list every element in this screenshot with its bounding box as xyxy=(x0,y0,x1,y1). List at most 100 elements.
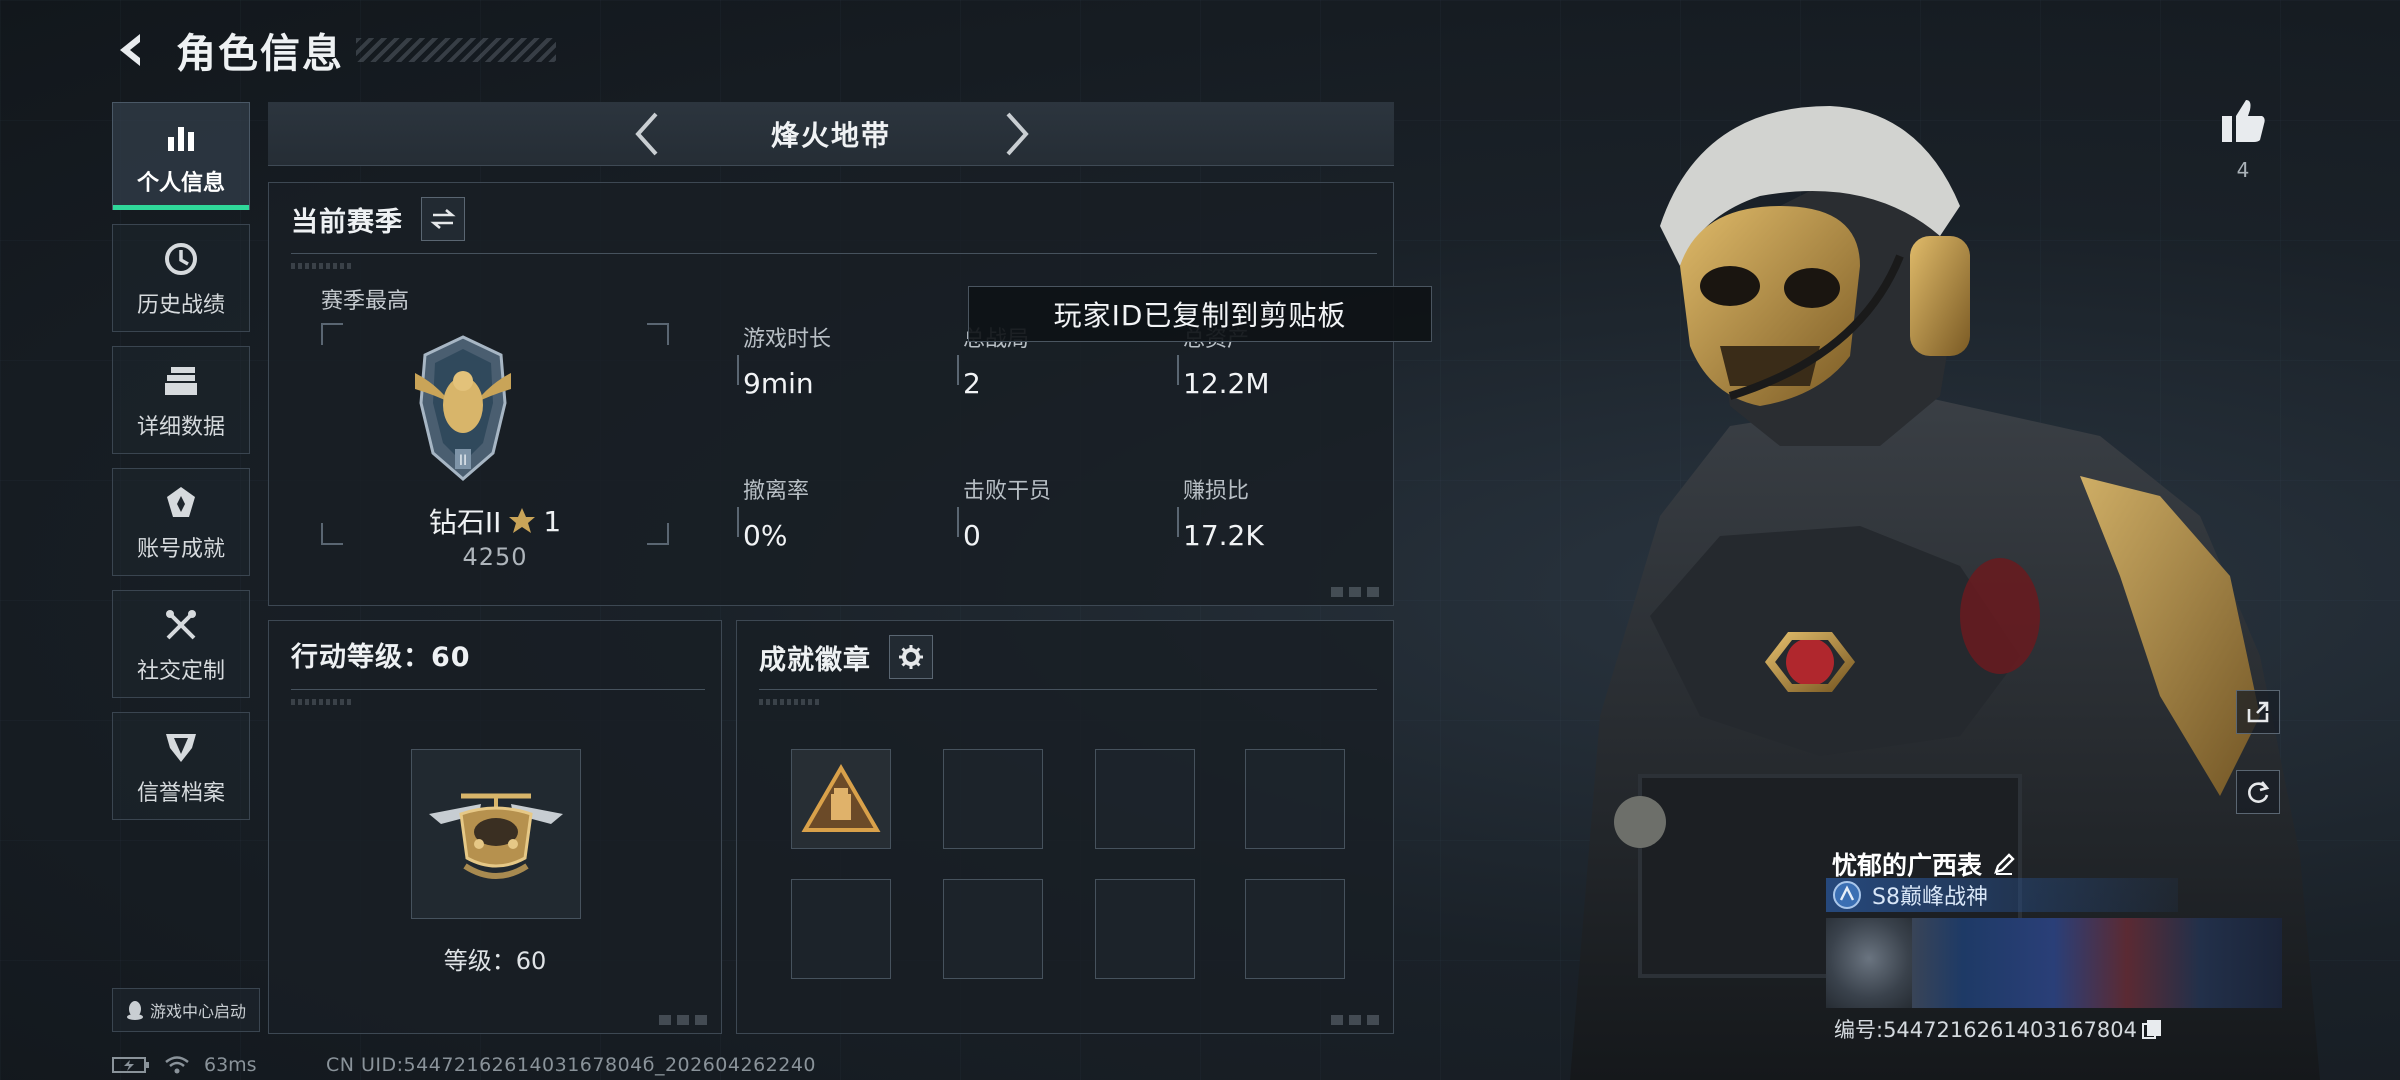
player-title: S8巅峰战神 xyxy=(1872,885,1988,910)
mode-prev-button[interactable] xyxy=(622,110,670,158)
stat-extraction-rate: 撤离率 0% xyxy=(737,473,943,552)
rotate-button[interactable] xyxy=(2236,770,2280,814)
achievements-title: 成就徽章 xyxy=(759,644,871,676)
season-panel: 当前赛季 赛季最高 II 钻石II 1 4250 游戏时长9min 总战局2 总… xyxy=(268,182,1394,606)
action-level-header: 行动等级：60 xyxy=(291,635,471,674)
chevron-left-icon xyxy=(635,112,658,156)
helicopter-badge-icon xyxy=(429,793,563,879)
mode-name: 烽火地带 xyxy=(770,118,891,152)
divider xyxy=(759,689,1377,705)
season-header: 当前赛季 xyxy=(291,197,465,241)
achievement-slot-empty[interactable] xyxy=(1245,879,1345,979)
uid-text: CN UID:5447216261403167804б_202604262240 xyxy=(326,1054,817,1076)
achievements-panel: 成就徽章 xyxy=(736,620,1394,1034)
gear-icon xyxy=(899,645,923,669)
corner-decoration xyxy=(659,1015,711,1025)
player-banner xyxy=(1826,918,2282,1008)
corner-decoration xyxy=(1331,1015,1383,1025)
thumbs-up-icon xyxy=(2222,100,2265,142)
player-id-row[interactable]: 编号:5447216261403167804 xyxy=(1834,1014,2163,1044)
achievement-badge[interactable] xyxy=(791,749,891,849)
sidebar-item-label: 账号成就 xyxy=(136,537,225,562)
refresh-icon xyxy=(2248,781,2270,803)
battery-icon xyxy=(112,1057,149,1073)
corner-decoration xyxy=(1331,587,1383,597)
mode-switch-bar: 烽火地带 xyxy=(268,102,1394,166)
copy-icon xyxy=(2141,1020,2161,1039)
sidebar-item-label: 社交定制 xyxy=(136,659,225,684)
achievements-settings-button[interactable] xyxy=(889,635,933,679)
rank-name-row: 钻石II 1 xyxy=(269,501,721,541)
player-title-badge: S8巅峰战神 xyxy=(1826,878,2178,912)
season-best-label: 赛季最高 xyxy=(321,289,410,314)
copy-toast: 玩家ID已复制到剪贴板 xyxy=(968,286,1432,342)
sidebar-item-social-custom[interactable]: 社交定制 xyxy=(112,590,250,698)
title-decoration xyxy=(356,38,556,62)
achievements-header: 成就徽章 xyxy=(759,635,933,679)
star-icon xyxy=(509,508,536,533)
divider xyxy=(291,253,1377,269)
ping-text: 63ms xyxy=(204,1054,257,1076)
chevron-right-icon xyxy=(1006,112,1029,156)
action-level-panel: 行动等级：60 等级：60 xyxy=(268,620,722,1034)
avatar xyxy=(1826,918,1912,1008)
player-name: 忧郁的广西表 xyxy=(1832,851,1983,880)
player-id: 编号:5447216261403167804 xyxy=(1834,1018,2137,1042)
header: 角色信息 xyxy=(110,22,556,78)
achievement-slot-empty[interactable] xyxy=(1095,879,1195,979)
stat-play-time: 游戏时长 9min xyxy=(737,321,943,400)
bar-chart-icon xyxy=(163,115,199,159)
back-button[interactable] xyxy=(110,28,154,72)
achievement-slot-empty[interactable] xyxy=(791,879,891,979)
season-switch-button[interactable] xyxy=(421,197,465,241)
achievement-slot-empty[interactable] xyxy=(1245,749,1345,849)
action-level-title: 行动等级：60 xyxy=(291,642,471,673)
sidebar-item-label: 历史战绩 xyxy=(136,293,225,318)
sidebar-item-personal-info[interactable]: 个人信息 xyxy=(112,102,250,210)
sidebar-item-detailed-data[interactable]: 详细数据 xyxy=(112,346,250,454)
triangle-badge-icon xyxy=(801,764,881,832)
sidebar-item-label: 信誉档案 xyxy=(136,781,225,806)
credit-shield-icon xyxy=(162,725,200,769)
status-bar: 63ms xyxy=(112,1054,257,1076)
rank-score: 4250 xyxy=(462,543,528,571)
wifi-icon xyxy=(165,1056,189,1074)
page-title: 角色信息 xyxy=(176,31,344,77)
qq-penguin-icon xyxy=(126,1001,143,1020)
sidebar-item-history[interactable]: 历史战绩 xyxy=(112,224,250,332)
rank-emblem-icon: II xyxy=(405,333,521,487)
edit-pencil-icon[interactable] xyxy=(1992,852,2016,876)
folder-icon xyxy=(162,359,200,403)
player-card: 忧郁的广西表 S8巅峰战神 编号:5447216261403167804 xyxy=(1820,838,2282,1052)
title-emblem-icon xyxy=(1833,881,1861,909)
like-button[interactable] xyxy=(2218,96,2268,146)
game-center-launch-button[interactable]: 游戏中心启动 xyxy=(112,988,260,1032)
sidebar: 个人信息 历史战绩 详细数据 账号成就 社交定制 信誉档案 xyxy=(112,102,250,834)
share-button[interactable] xyxy=(2236,690,2280,734)
achievement-icon xyxy=(162,481,200,525)
achievement-slot-empty[interactable] xyxy=(943,749,1043,849)
history-clock-icon xyxy=(162,237,200,281)
player-name-row: 忧郁的广西表 xyxy=(1832,846,2016,882)
achievement-slot-empty[interactable] xyxy=(943,879,1043,979)
level-text: 等级：60 xyxy=(443,947,547,975)
mode-next-button[interactable] xyxy=(994,110,1042,158)
like-count: 4 xyxy=(2236,158,2250,182)
sidebar-item-label: 个人信息 xyxy=(136,171,225,196)
back-arrow-icon xyxy=(120,34,140,66)
stat-operators-defeated: 击败干员 0 xyxy=(957,473,1163,552)
game-center-label: 游戏中心启动 xyxy=(149,1002,246,1021)
sidebar-item-account-achievements[interactable]: 账号成就 xyxy=(112,468,250,576)
svg-text:II: II xyxy=(459,453,467,469)
sidebar-item-label: 详细数据 xyxy=(136,415,225,440)
stat-profit-loss-ratio: 赚损比 17.2K xyxy=(1177,473,1383,552)
divider xyxy=(291,689,705,705)
achievement-slot-empty[interactable] xyxy=(1095,749,1195,849)
season-title: 当前赛季 xyxy=(291,206,403,238)
level-emblem xyxy=(411,749,581,919)
rank-stars: 1 xyxy=(543,504,562,538)
sidebar-item-credit-record[interactable]: 信誉档案 xyxy=(112,712,250,820)
wrench-icon xyxy=(162,603,200,647)
swap-icon xyxy=(430,209,456,229)
share-icon xyxy=(2247,701,2269,723)
